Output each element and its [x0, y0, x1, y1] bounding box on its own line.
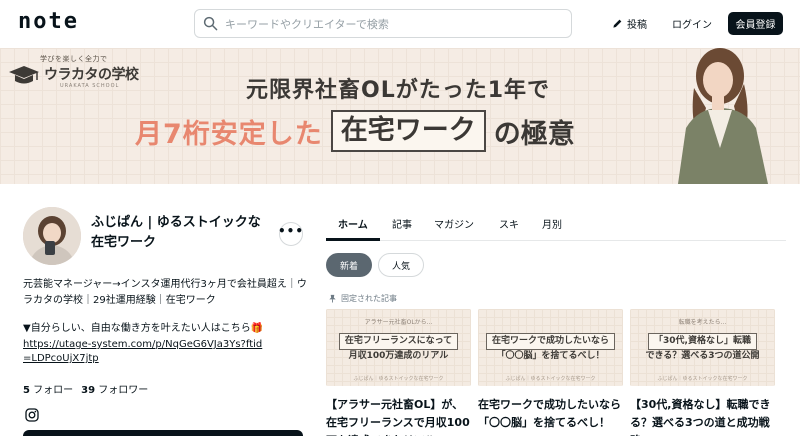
followers-stat[interactable]: 39 フォロワー — [81, 381, 148, 396]
profile-name: ふじぱん | ゆるストイックな在宅ワーク — [91, 215, 261, 250]
thumbnail-headline: 「30代,資格なし」転職 できる？選べる3つの道公開 — [634, 333, 771, 363]
article-card[interactable]: アラサー元社畜OLから... 在宅フリーランスになって 月収100万達成のリアル… — [326, 309, 471, 436]
header-banner: 学びを楽しく全力で ウラカタの学校 URAKATA SCHOOL 元限界社畜OL… — [0, 48, 800, 184]
thumbnail-footer: ふじぱん｜ゆるストイックな在宅ワーク — [353, 376, 444, 382]
banner-person-photo — [678, 48, 768, 184]
article-card[interactable]: 転職を考えたら... 「30代,資格なし」転職 できる？選べる3つの道公開 ふじ… — [630, 309, 775, 436]
tab-articles[interactable]: 記事 — [392, 216, 412, 231]
profile-bio: 元芸能マネージャー→インスタ運用代行3ヶ月で会社員超え｜ウラカタの学校｜29社運… — [23, 279, 307, 306]
pin-icon — [329, 294, 336, 303]
note-logo[interactable]: note — [18, 9, 79, 34]
search-input[interactable] — [225, 15, 555, 33]
following-stat[interactable]: 5 フォロー — [23, 381, 73, 396]
school-logo: 学びを楽しく全力で ウラカタの学校 URAKATA SCHOOL — [8, 54, 143, 94]
article-card[interactable]: 在宅ワークで成功したいなら 「〇〇脳」を捨てるべし！ ふじぱん｜ゆるストイックな… — [478, 309, 623, 432]
school-sub: URAKATA SCHOOL — [60, 83, 120, 89]
thumbnail-headline: 在宅フリーランスになって 月収100万達成のリアル — [330, 333, 467, 363]
pinned-label: 固定された記事 — [328, 293, 397, 304]
banner-headline-1: 元限界社畜OLがたった1年で — [246, 78, 551, 103]
pencil-icon — [613, 19, 622, 28]
more-icon: ••• — [278, 224, 305, 238]
article-title[interactable]: 在宅ワークで成功したいなら「〇〇脳」を捨てるべし！ — [478, 396, 623, 432]
pinned-label-text: 固定された記事 — [341, 294, 397, 303]
thumbnail-caption: アラサー元社畜OLから... — [364, 319, 433, 326]
banner-headline-box: 在宅ワーク — [330, 110, 486, 152]
graduation-hat-icon — [9, 66, 39, 84]
banner-headline-end: の極意 — [493, 118, 575, 150]
register-button[interactable]: 会員登録 — [728, 12, 783, 35]
avatar-photo — [23, 207, 81, 265]
follow-button[interactable] — [23, 430, 303, 436]
banner-headline-accent: 月7桁安定した — [135, 118, 323, 150]
following-count: 5 — [23, 385, 30, 396]
thumbnail-footer: ふじぱん｜ゆるストイックな在宅ワーク — [657, 376, 748, 382]
profile-bio-cta: ▼自分らしい、自由な働き方を叶えたい人はこちら🎁 — [23, 323, 264, 334]
profile-bio-link[interactable]: https://utage-system.com/p/NqGeG6VJa3Ys?… — [23, 338, 263, 366]
login-button[interactable]: ログイン — [672, 16, 712, 31]
tab-magazines[interactable]: マガジン — [434, 216, 474, 231]
follow-stats: 5 フォロー 39 フォロワー — [23, 381, 148, 396]
thumbnail-headline: 在宅ワークで成功したいなら 「〇〇脳」を捨てるべし！ — [482, 333, 619, 363]
thumbnail-footer: ふじぱん｜ゆるストイックな在宅ワーク — [505, 376, 596, 382]
followers-label: フォロワー — [98, 385, 149, 396]
active-tab-indicator — [326, 238, 380, 241]
content-tabs: ホーム 記事 マガジン スキ 月別 — [326, 206, 786, 241]
school-tagline: 学びを楽しく全力で — [40, 55, 108, 63]
filter-new-button[interactable]: 新着 — [326, 253, 372, 277]
tab-home[interactable]: ホーム — [338, 216, 368, 231]
tab-monthly[interactable]: 月別 — [542, 216, 562, 231]
article-thumbnail: 転職を考えたら... 「30代,資格なし」転職 できる？選べる3つの道公開 ふじ… — [630, 309, 775, 386]
following-label: フォロー — [33, 385, 74, 396]
post-button[interactable]: 投稿 — [612, 13, 647, 33]
followers-count: 39 — [81, 385, 96, 396]
school-name: ウラカタの学校 — [44, 67, 139, 83]
site-header: note 投稿 ログイン 会員登録 — [0, 0, 800, 48]
thumbnail-caption: 転職を考えたら... — [678, 319, 727, 326]
article-thumbnail: アラサー元社畜OLから... 在宅フリーランスになって 月収100万達成のリアル… — [326, 309, 471, 386]
post-label: 投稿 — [627, 19, 647, 31]
more-options-button[interactable]: ••• — [278, 222, 305, 246]
search-box[interactable] — [194, 9, 572, 38]
article-thumbnail: 在宅ワークで成功したいなら 「〇〇脳」を捨てるべし！ ふじぱん｜ゆるストイックな… — [478, 309, 623, 386]
article-title[interactable]: 【30代,資格なし】転職できる？選べる3つの道と成功戦略 — [630, 396, 775, 436]
tab-likes[interactable]: スキ — [499, 216, 519, 231]
filter-popular-button[interactable]: 人気 — [378, 253, 424, 277]
profile-avatar[interactable] — [23, 207, 81, 265]
instagram-icon[interactable] — [25, 408, 39, 422]
banner-headline-2: 月7桁安定した 在宅ワーク の極意 — [135, 110, 575, 152]
search-icon — [203, 16, 218, 31]
article-title[interactable]: 【アラサー元社畜OL】が、在宅フリーランスで月収100万を達成できたリアル — [326, 396, 471, 436]
